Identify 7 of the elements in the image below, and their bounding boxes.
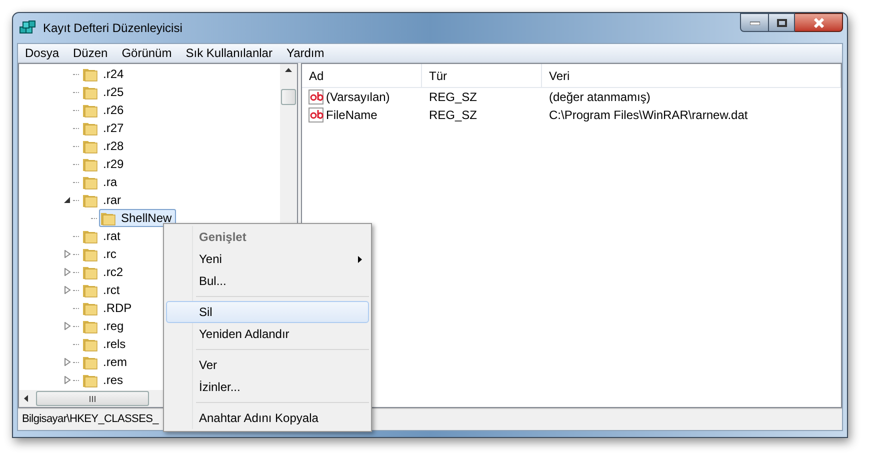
table-cell: C:\Program Files\WinRAR\rarnew.dat <box>549 108 748 122</box>
table-cell-text: FileName <box>326 107 378 124</box>
window-title: Kayıt Defteri Düzenleyicisi <box>43 20 182 37</box>
table-cell: REG_SZ <box>429 108 478 122</box>
table-cell: REG_SZ <box>429 90 478 104</box>
table-cell: (değer atanmamış) <box>549 90 650 104</box>
table-cell-text: (Varsayılan) <box>326 89 390 106</box>
